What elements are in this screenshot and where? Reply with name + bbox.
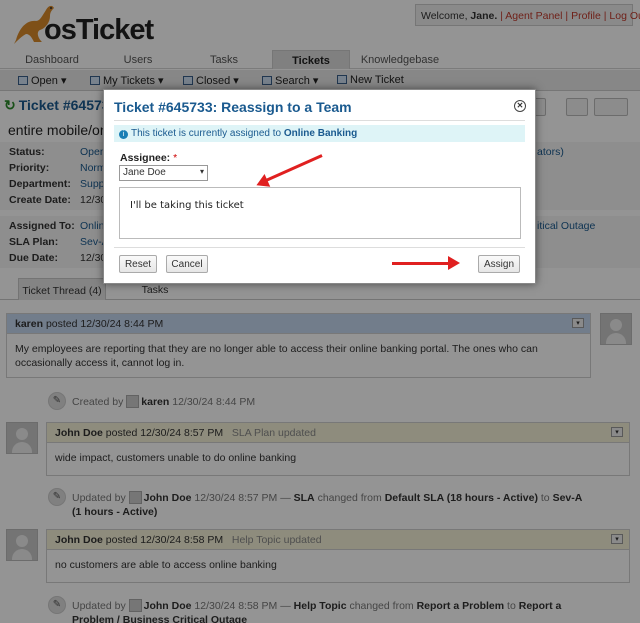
assignment-notice: i This ticket is currently assigned to On… <box>114 125 525 142</box>
divider <box>114 120 525 121</box>
comment-textarea[interactable]: I'll be taking this ticket <box>119 187 521 239</box>
annotation-arrow-icon <box>392 256 460 270</box>
assignee-selected-value: Jane Doe <box>123 167 166 178</box>
assignee-select[interactable]: Jane Doe ▾ <box>119 165 208 181</box>
dialog-title: Ticket #645733: Reassign to a Team <box>114 99 352 115</box>
divider <box>114 247 525 248</box>
info-icon: i <box>119 130 128 139</box>
required-mark: * <box>173 152 178 164</box>
cancel-button[interactable]: Cancel <box>166 255 208 273</box>
reset-button[interactable]: Reset <box>119 255 157 273</box>
reassign-dialog: Ticket #645733: Reassign to a Team ✕ i Th… <box>103 89 536 284</box>
notice-team: Online Banking <box>283 128 358 139</box>
chevron-down-icon: ▾ <box>199 167 204 176</box>
assign-button[interactable]: Assign <box>478 255 520 273</box>
assignee-label: Assignee: * <box>120 152 177 164</box>
notice-prefix: This ticket is currently assigned to <box>131 128 282 139</box>
close-icon[interactable]: ✕ <box>514 100 526 112</box>
assignee-label-text: Assignee: <box>120 152 171 164</box>
